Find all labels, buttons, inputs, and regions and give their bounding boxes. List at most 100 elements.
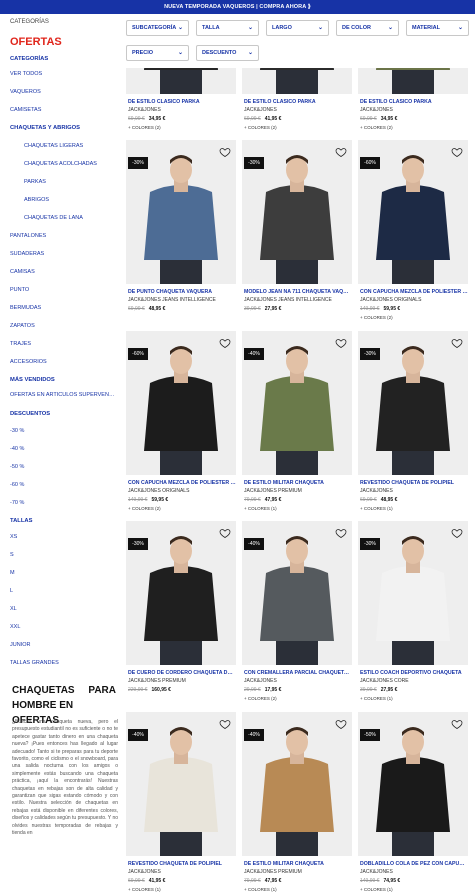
product-name[interactable]: DE ESTILO MILITAR CHAQUETA [244,480,352,486]
product-card[interactable]: DE ESTILO CLÁSICO PARKA JACK&JONES 69,99 €… [358,68,468,135]
sidebar-item-chaquetas-ligeras[interactable]: CHAQUETAS LIGERAS [24,143,83,149]
heart-icon[interactable] [219,526,231,538]
product-card[interactable]: -50% DOBLADILLO COLA DE PEZ CON CAPUCHA P… [358,712,468,892]
discount-filter-70[interactable]: -70 % [10,500,24,506]
product-image[interactable]: -30% [358,331,468,475]
product-card[interactable]: -40% REVESTIDO CHAQUETA DE POLIPIEL JACK&J… [126,712,236,892]
size-filter-tallas-grandes[interactable]: TALLAS GRANDES [10,660,59,666]
discount-filter-30[interactable]: -30 % [10,428,24,434]
product-image[interactable]: -40% [242,712,352,856]
product-name[interactable]: DE ESTILO CLÁSICO PARKA [360,99,468,105]
product-card[interactable]: DE ESTILO CLÁSICO PARKA JACK&JONES 69,99 €… [242,68,352,135]
color-count[interactable]: + COLORES (1) [244,887,277,892]
product-image[interactable] [358,68,468,94]
promo-bar[interactable]: NUEVA TEMPORADA VAQUEROS | COMPRA AHORA … [0,0,475,14]
product-image[interactable]: -60% [358,140,468,284]
heart-icon[interactable] [335,336,347,348]
product-name[interactable]: DE ESTILO CLÁSICO PARKA [244,99,352,105]
product-name[interactable]: MODELO JEAN NA 711 CHAQUETA VAQUERA [244,289,352,295]
color-count[interactable]: + COLORES (1) [360,696,393,701]
product-card[interactable]: -30% MODELO JEAN NA 711 CHAQUETA VAQUERA J… [242,140,352,325]
product-name[interactable]: DE ESTILO CLÁSICO PARKA [128,99,236,105]
product-card[interactable]: -30% DE PUNTO CHAQUETA VAQUERA JACK&JONES … [126,140,236,325]
sidebar-item-vaqueros[interactable]: VAQUEROS [10,89,41,95]
filter-descuento[interactable]: DESCUENTO ⌄ [196,45,259,61]
product-name[interactable]: ESTILO COACH DEPORTIVO CHAQUETA [360,670,468,676]
sidebar-item-ver-todos[interactable]: VER TODOS [10,71,42,77]
product-image[interactable]: -40% [242,521,352,665]
color-count[interactable]: + COLORES (1) [128,887,161,892]
sidebar-item-bermudas[interactable]: BERMUDAS [10,305,41,311]
sidebar-item-zapatos[interactable]: ZAPATOS [10,323,35,329]
product-image[interactable]: -50% [358,712,468,856]
heart-icon[interactable] [451,336,463,348]
product-card[interactable]: -40% DE ESTILO MILITAR CHAQUETA JACK&JONES… [242,331,352,516]
color-count[interactable]: + COLORES (2) [244,125,277,130]
filter-talla[interactable]: TALLA ⌄ [196,20,259,36]
size-filter-l[interactable]: L [10,588,13,594]
product-name[interactable]: REVESTIDO CHAQUETA DE POLIPIEL [360,480,468,486]
color-count[interactable]: + COLORES (1) [360,506,393,511]
discount-filter-50[interactable]: -50 % [10,464,24,470]
breadcrumb[interactable]: CATEGORÍAS [10,19,49,25]
product-card[interactable]: DE ESTILO CLÁSICO PARKA JACK&JONES 69,99 €… [126,68,236,135]
filter-subcategoria[interactable]: SUBCATEGORÍA ⌄ [126,20,189,36]
filter-material[interactable]: MATERIAL ⌄ [406,20,469,36]
heart-icon[interactable] [451,526,463,538]
product-name[interactable]: REVESTIDO CHAQUETA DE POLIPIEL [128,861,236,867]
heart-icon[interactable] [451,145,463,157]
product-image[interactable]: -30% [242,140,352,284]
sidebar-item-trajes[interactable]: TRAJES [10,341,31,347]
color-count[interactable]: + COLORES (1) [244,506,277,511]
sidebar-item-superventas[interactable]: OFERTAS EN ARTÍCULOS SUPERVENTAS [10,392,116,398]
product-image[interactable]: -40% [126,712,236,856]
size-filter-s[interactable]: S [10,552,14,558]
sidebar-item-camisetas[interactable]: CAMISETAS [10,107,41,113]
product-image[interactable]: -30% [358,521,468,665]
size-filter-xxl[interactable]: XXL [10,624,20,630]
sidebar-item-pantalones[interactable]: PANTALONES [10,233,46,239]
product-card[interactable]: -30% REVESTIDO CHAQUETA DE POLIPIEL JACK&J… [358,331,468,516]
product-name[interactable]: CON CAPUCHA MEZCLA DE POLIÉSTER RECICLAD… [128,480,236,486]
sidebar-item-chaquetas-acolchadas[interactable]: CHAQUETAS ACOLCHADAS [24,161,97,167]
heart-icon[interactable] [219,336,231,348]
product-image[interactable]: -30% [126,521,236,665]
heart-icon[interactable] [335,526,347,538]
heart-icon[interactable] [335,717,347,729]
color-count[interactable]: + COLORES (2) [360,315,393,320]
product-name[interactable]: DE ESTILO MILITAR CHAQUETA [244,861,352,867]
filter-color[interactable]: DE COLOR ⌄ [336,20,399,36]
product-card[interactable]: -60% CON CAPUCHA MEZCLA DE POLIÉSTER RECI… [358,140,468,325]
filter-precio[interactable]: PRECIO ⌄ [126,45,189,61]
color-count[interactable]: + COLORES (1) [360,887,393,892]
product-card[interactable]: -30% DE CUERO DE CORDERO CHAQUETA DE CUER… [126,521,236,706]
color-count[interactable]: + COLORES (2) [244,696,277,701]
heart-icon[interactable] [219,145,231,157]
size-filter-m[interactable]: M [10,570,15,576]
sidebar-item-sudaderas[interactable]: SUDADERAS [10,251,44,257]
product-image[interactable] [242,68,352,94]
color-count[interactable]: + COLORES (2) [128,506,161,511]
product-image[interactable] [126,68,236,94]
heart-icon[interactable] [219,717,231,729]
product-image[interactable]: -60% [126,331,236,475]
size-filter-xs[interactable]: XS [10,534,17,540]
color-count[interactable]: + COLORES (2) [128,125,161,130]
discount-filter-60[interactable]: -60 % [10,482,24,488]
product-image[interactable]: -40% [242,331,352,475]
discount-filter-40[interactable]: -40 % [10,446,24,452]
product-image[interactable]: -30% [126,140,236,284]
heart-icon[interactable] [451,717,463,729]
sidebar-item-punto[interactable]: PUNTO [10,287,29,293]
product-name[interactable]: CON CAPUCHA MEZCLA DE POLIÉSTER RECICLAD… [360,289,468,295]
size-filter-junior[interactable]: JUNIOR [10,642,30,648]
sidebar-item-abrigos[interactable]: ABRIGOS [24,197,49,203]
product-card[interactable]: -40% DE ESTILO MILITAR CHAQUETA JACK&JONES… [242,712,352,892]
product-card[interactable]: -60% CON CAPUCHA MEZCLA DE POLIÉSTER RECI… [126,331,236,516]
product-name[interactable]: DOBLADILLO COLA DE PEZ CON CAPUCHA PARKA [360,861,468,867]
sidebar-item-chaquetas-de-lana[interactable]: CHAQUETAS DE LANA [24,215,83,221]
color-count[interactable]: + COLORES (2) [360,125,393,130]
product-name[interactable]: CON CREMALLERA PARCIAL CHAQUETA ACOLCHAD… [244,670,352,676]
sidebar-item-parkas[interactable]: PARKAS [24,179,46,185]
sidebar-item-accesorios[interactable]: ACCESORIOS [10,359,47,365]
